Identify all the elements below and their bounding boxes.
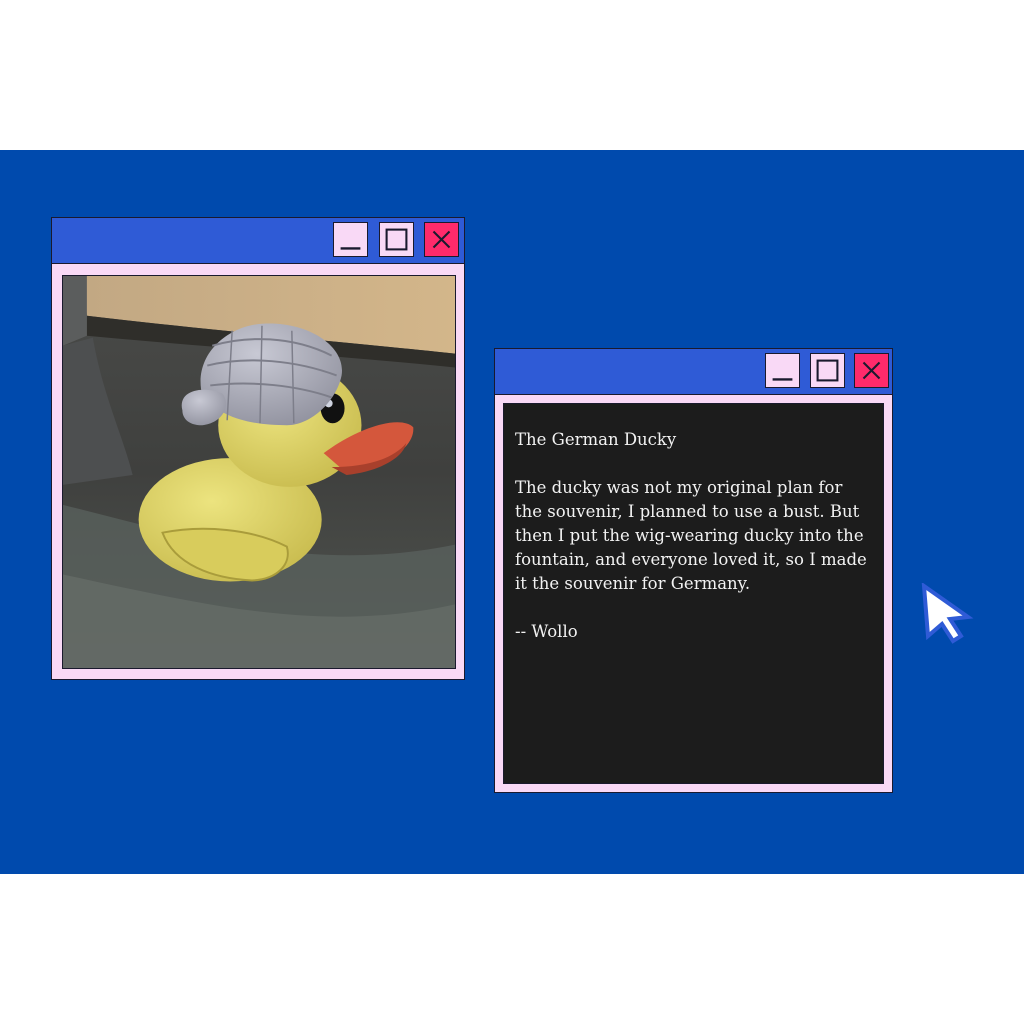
note-title: The German Ducky (515, 430, 677, 449)
maximize-button[interactable] (810, 353, 845, 388)
maximize-icon (385, 228, 408, 251)
arrow-cursor-icon (920, 583, 978, 645)
duck-photo (62, 275, 456, 669)
text-panel: The German Ducky The ducky was not my or… (503, 403, 884, 784)
text-window-titlebar[interactable] (495, 349, 892, 395)
close-button[interactable] (854, 353, 889, 388)
minimize-icon (772, 378, 793, 381)
maximize-icon (816, 359, 839, 382)
photo-window[interactable] (51, 217, 465, 680)
photo-window-titlebar[interactable] (52, 218, 464, 264)
minimize-button[interactable] (333, 222, 368, 257)
close-icon (862, 361, 881, 380)
maximize-button[interactable] (379, 222, 414, 257)
minimize-icon (340, 247, 361, 250)
text-window[interactable]: The German Ducky The ducky was not my or… (494, 348, 893, 793)
note-signature: -- Wollo (515, 622, 578, 641)
close-button[interactable] (424, 222, 459, 257)
close-icon (432, 230, 451, 249)
note-body: The ducky was not my original plan for t… (515, 478, 867, 593)
minimize-button[interactable] (765, 353, 800, 388)
